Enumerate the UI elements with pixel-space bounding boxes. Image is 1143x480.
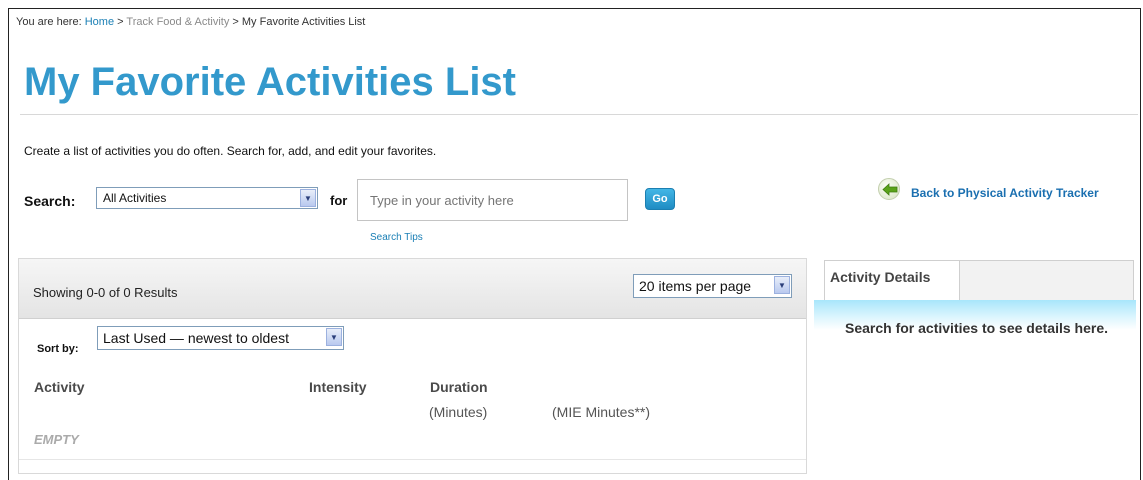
column-header-duration: Duration xyxy=(430,379,488,395)
column-header-intensity: Intensity xyxy=(309,379,367,395)
activity-category-value: All Activities xyxy=(103,191,167,205)
chevron-down-icon: ▼ xyxy=(774,276,790,294)
back-to-tracker-link[interactable]: Back to Physical Activity Tracker xyxy=(911,186,1099,200)
activity-details-panel: Activity Details Search for activities t… xyxy=(814,258,1136,474)
items-per-page-value: 20 items per page xyxy=(639,278,752,294)
title-divider xyxy=(20,114,1138,115)
breadcrumb-prefix: You are here: xyxy=(16,16,82,28)
activity-category-select[interactable]: All Activities ▼ xyxy=(96,187,318,209)
for-label: for xyxy=(330,193,348,208)
breadcrumb: You are here: Home > Track Food & Activi… xyxy=(16,16,365,28)
results-count: Showing 0-0 of 0 Results xyxy=(33,285,178,300)
page-title: My Favorite Activities List xyxy=(24,60,516,104)
chevron-down-icon: ▼ xyxy=(300,189,316,207)
sort-by-value: Last Used — newest to oldest xyxy=(103,330,289,346)
sort-by-label: Sort by: xyxy=(37,343,79,355)
sort-by-select[interactable]: Last Used — newest to oldest ▼ xyxy=(97,326,344,350)
column-subheader-minutes: (Minutes) xyxy=(429,404,488,420)
breadcrumb-home-link[interactable]: Home xyxy=(85,16,114,28)
results-header: Showing 0-0 of 0 Results 20 items per pa… xyxy=(19,259,806,319)
column-header-activity: Activity xyxy=(34,379,85,395)
tab-activity-details[interactable]: Activity Details xyxy=(824,260,960,300)
chevron-down-icon: ▼ xyxy=(326,328,342,346)
go-button[interactable]: Go xyxy=(645,188,675,210)
search-label: Search: xyxy=(24,193,76,209)
column-subheader-mie-minutes: (MIE Minutes**) xyxy=(552,404,651,420)
breadcrumb-separator: > xyxy=(117,16,124,28)
breadcrumb-current: My Favorite Activities List xyxy=(241,16,366,28)
search-tips-link[interactable]: Search Tips xyxy=(370,232,423,243)
intro-text: Create a list of activities you do often… xyxy=(24,144,437,158)
empty-list-message: EMPTY xyxy=(34,432,79,447)
items-per-page-select[interactable]: 20 items per page ▼ xyxy=(633,274,792,298)
results-divider xyxy=(19,459,806,460)
breadcrumb-separator: > xyxy=(232,16,239,28)
activity-search-input[interactable] xyxy=(357,179,628,221)
breadcrumb-track-link[interactable]: Track Food & Activity xyxy=(126,16,229,28)
results-panel: Showing 0-0 of 0 Results 20 items per pa… xyxy=(18,258,807,474)
details-message: Search for activities to see details her… xyxy=(845,320,1109,336)
green-left-arrow-icon[interactable] xyxy=(878,178,900,200)
